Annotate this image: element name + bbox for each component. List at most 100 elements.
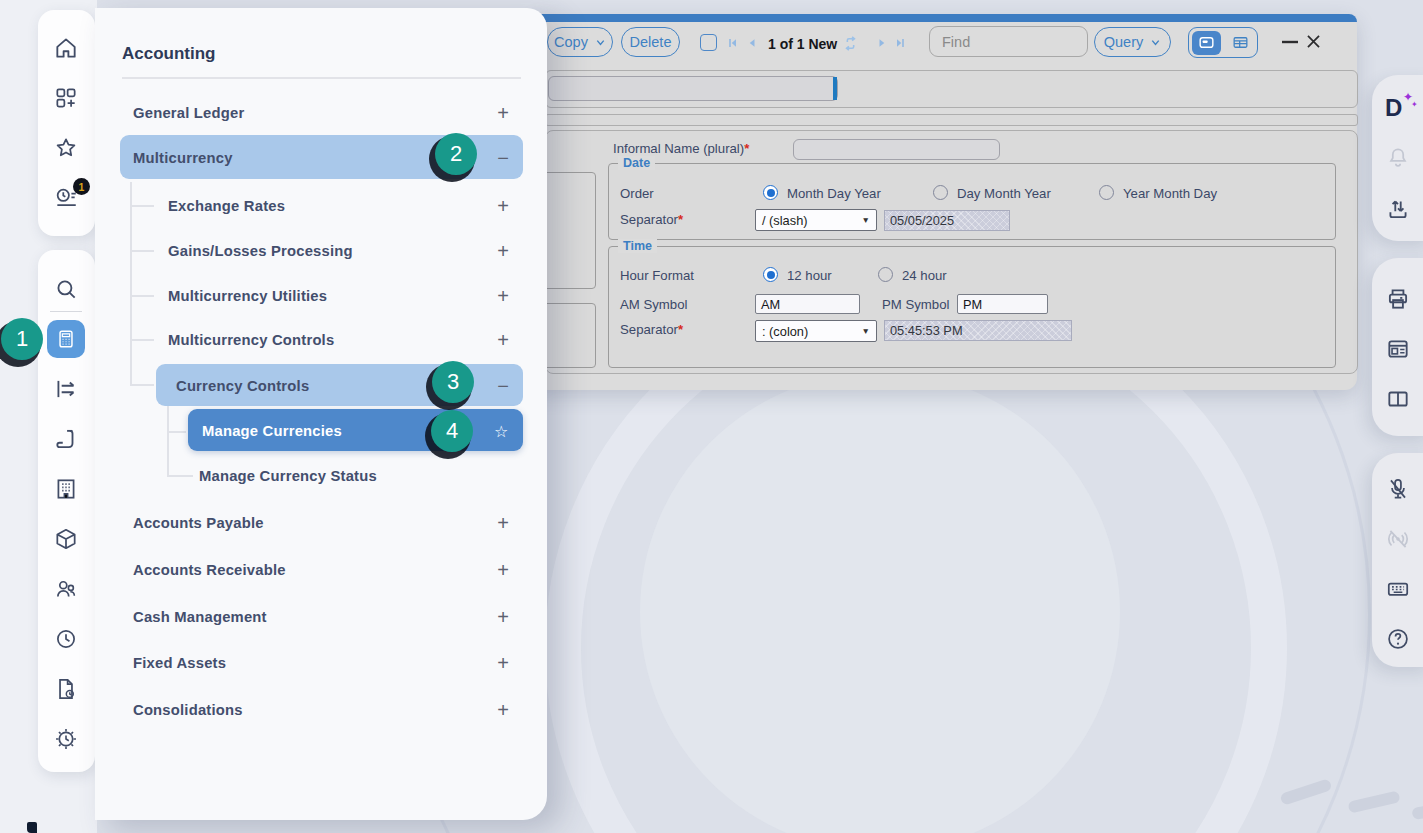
menu-item-multicurrency-utilities[interactable]: Multicurrency Utilities	[168, 288, 327, 304]
form-view-icon	[1197, 33, 1216, 52]
help-icon[interactable]	[1385, 626, 1411, 652]
step-badge-1: 1	[1, 318, 43, 360]
next-record-icon[interactable]	[876, 37, 888, 49]
expand-multicurrency-controls[interactable]: +	[492, 329, 514, 352]
formal-name-input[interactable]	[548, 76, 838, 101]
print-icon[interactable]	[1385, 286, 1411, 312]
close-button[interactable]	[1304, 32, 1323, 51]
manage-currencies-window: Copy Delete 1 of 1 New Find Query	[530, 14, 1357, 390]
radio-12-hour[interactable]	[763, 267, 778, 282]
mic-off-icon[interactable]	[1385, 476, 1411, 502]
dropdown-arrow-icon: ▼	[862, 215, 870, 225]
expand-gains-losses[interactable]: +	[492, 240, 514, 263]
radio-year-month-day[interactable]	[1099, 185, 1114, 200]
minimize-button[interactable]	[1281, 39, 1299, 45]
accounting-nav-button[interactable]	[47, 320, 85, 358]
tree-line	[130, 295, 154, 297]
expand-cash-management[interactable]: +	[492, 606, 514, 629]
first-record-icon[interactable]	[727, 37, 739, 49]
tree-line	[167, 406, 169, 475]
radio-24-hour[interactable]	[878, 267, 893, 282]
flyout-title: Accounting	[122, 44, 216, 64]
time-icon[interactable]	[53, 626, 79, 652]
dropdown-arrow-icon: ▼	[862, 326, 870, 336]
settings-icon[interactable]	[53, 726, 79, 752]
previous-record-icon[interactable]	[746, 37, 758, 49]
menu-item-currency-controls[interactable]: Currency Controls	[176, 378, 309, 394]
menu-item-consolidations[interactable]: Consolidations	[133, 702, 243, 718]
notifications-icon[interactable]	[1385, 145, 1411, 171]
people-icon[interactable]	[53, 576, 79, 602]
radio-year-month-day-label: Year Month Day	[1123, 186, 1217, 201]
copy-button-label: Copy	[554, 34, 588, 50]
menu-item-multicurrency[interactable]: Multicurrency	[133, 150, 233, 166]
radio-month-day-year[interactable]	[763, 185, 778, 200]
form-view-button[interactable]	[1189, 28, 1223, 57]
split-view-icon[interactable]	[1385, 386, 1411, 412]
expand-accounts-payable[interactable]: +	[492, 512, 514, 535]
favorites-icon[interactable]	[53, 135, 79, 161]
select-checkbox[interactable]	[700, 34, 717, 51]
date-separator-label: Separator*	[620, 212, 683, 227]
radio-day-month-year-label: Day Month Year	[957, 186, 1051, 201]
assistant-logo[interactable]: D ✦ ✦	[1385, 94, 1415, 124]
time-separator-dropdown[interactable]: : (colon) ▼	[755, 320, 877, 342]
expand-general-ledger[interactable]: +	[492, 102, 514, 125]
import-export-icon[interactable]	[1385, 196, 1411, 222]
collapse-currency-controls[interactable]: −	[492, 375, 514, 398]
find-placeholder: Find	[942, 34, 970, 50]
tree-line	[167, 431, 186, 433]
copy-button[interactable]: Copy	[547, 27, 613, 57]
menu-item-manage-currencies[interactable]: Manage Currencies	[202, 423, 342, 439]
chevron-down-icon	[595, 37, 606, 48]
am-symbol-input[interactable]: AM	[755, 294, 860, 314]
last-record-icon[interactable]	[894, 37, 906, 49]
time-group-legend: Time	[618, 239, 657, 253]
menu-item-manage-currency-status[interactable]: Manage Currency Status	[199, 468, 377, 484]
delete-button[interactable]: Delete	[621, 27, 680, 57]
tree-line	[130, 205, 154, 207]
pm-symbol-input[interactable]: PM	[957, 294, 1048, 314]
form-designer-icon[interactable]	[1385, 336, 1411, 362]
menu-item-general-ledger[interactable]: General Ledger	[133, 105, 244, 121]
find-input[interactable]: Find	[929, 26, 1088, 57]
expand-multicurrency-utilities[interactable]: +	[492, 285, 514, 308]
radio-day-month-year[interactable]	[933, 185, 948, 200]
menu-item-fixed-assets[interactable]: Fixed Assets	[133, 655, 226, 671]
company-icon[interactable]	[53, 476, 79, 502]
expand-exchange-rates[interactable]: +	[492, 195, 514, 218]
query-button-label: Query	[1104, 34, 1144, 50]
home-icon[interactable]	[53, 35, 79, 61]
document-history-icon[interactable]	[53, 676, 79, 702]
menu-item-multicurrency-controls[interactable]: Multicurrency Controls	[168, 332, 334, 348]
menu-item-exchange-rates[interactable]: Exchange Rates	[168, 198, 285, 214]
menu-item-accounts-receivable[interactable]: Accounts Receivable	[133, 562, 286, 578]
order-label: Order	[620, 186, 654, 201]
date-group-legend: Date	[618, 156, 655, 170]
signature-icon[interactable]	[53, 426, 79, 452]
collapse-multicurrency[interactable]: −	[492, 147, 514, 170]
search-icon[interactable]	[53, 276, 79, 302]
radio-12-hour-label: 12 hour	[787, 268, 832, 283]
expand-consolidations[interactable]: +	[492, 699, 514, 722]
menu-item-accounts-payable[interactable]: Accounts Payable	[133, 515, 264, 531]
workflow-icon[interactable]	[53, 376, 79, 402]
table-view-button[interactable]	[1223, 28, 1257, 57]
informal-name-input[interactable]	[793, 139, 1000, 160]
query-button[interactable]: Query	[1094, 27, 1171, 57]
expand-accounts-receivable[interactable]: +	[492, 559, 514, 582]
inventory-icon[interactable]	[53, 526, 79, 552]
date-separator-dropdown[interactable]: / (slash) ▼	[755, 209, 877, 231]
keyboard-icon[interactable]	[1385, 576, 1411, 602]
calculator-icon	[55, 328, 77, 350]
expand-fixed-assets[interactable]: +	[492, 652, 514, 675]
favorite-star-icon[interactable]: ☆	[494, 422, 508, 441]
menu-item-gains-losses[interactable]: Gains/Losses Processing	[168, 243, 353, 259]
apps-add-icon[interactable]	[53, 85, 79, 111]
menu-item-cash-management[interactable]: Cash Management	[133, 609, 267, 625]
wireless-off-icon[interactable]	[1385, 526, 1411, 552]
refresh-icon[interactable]	[841, 34, 860, 53]
app-root: Copy Delete 1 of 1 New Find Query	[0, 0, 1423, 833]
date-separator-value: / (slash)	[762, 213, 808, 228]
time-separator-value: : (colon)	[762, 324, 808, 339]
